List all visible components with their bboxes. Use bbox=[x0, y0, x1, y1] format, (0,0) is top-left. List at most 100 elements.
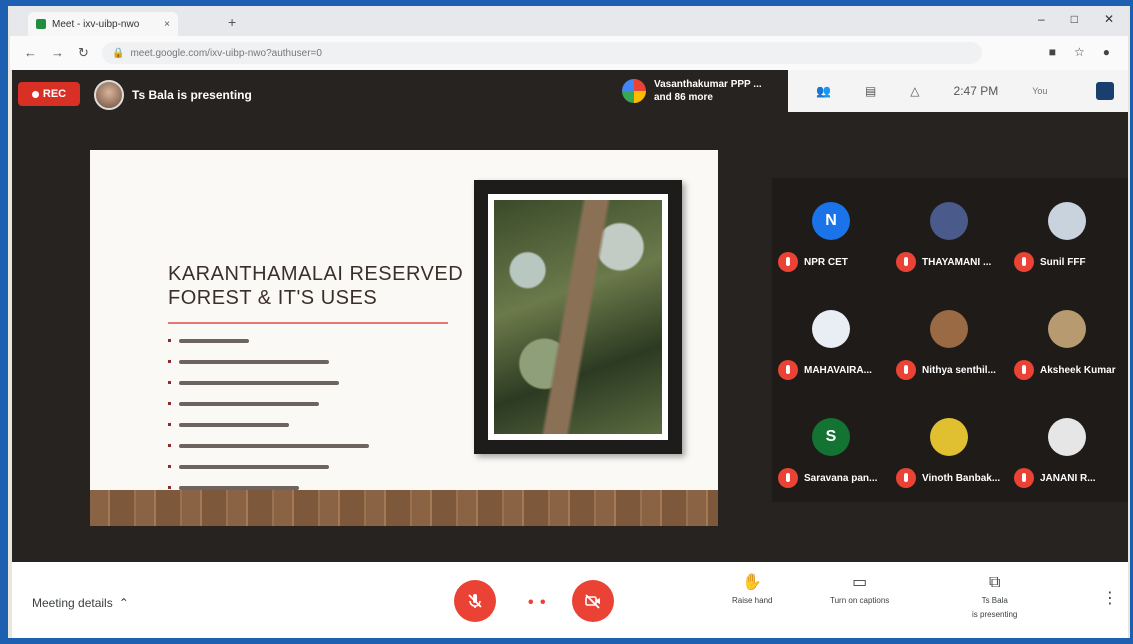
bullet-text-line bbox=[179, 422, 289, 427]
new-tab-button[interactable]: + bbox=[228, 14, 236, 30]
presenting-button[interactable]: ⧉ Ts Bala is presenting bbox=[972, 574, 1017, 620]
forest-tree-photo bbox=[494, 200, 662, 434]
bullet-marker-icon bbox=[168, 381, 171, 384]
camera-indicator-icon[interactable]: ■ bbox=[1049, 45, 1056, 59]
bullet-text-line bbox=[179, 401, 319, 406]
participant-name: Nithya senthil... bbox=[922, 364, 996, 376]
close-tab-icon[interactable]: × bbox=[164, 19, 170, 30]
slide-bullet bbox=[168, 435, 458, 456]
participant-namebar: THAYAMANI ... bbox=[896, 252, 991, 272]
slide-bullet-list bbox=[168, 330, 458, 498]
slide-bullet bbox=[168, 351, 458, 372]
others-indicator[interactable]: Vasanthakumar PPP ... and 86 more bbox=[622, 78, 762, 104]
bullet-marker-icon bbox=[168, 423, 171, 426]
self-avatar[interactable] bbox=[1096, 82, 1114, 100]
participant-avatar: N bbox=[812, 202, 850, 240]
participant-tile[interactable]: N NPR CET bbox=[772, 178, 890, 286]
others-avatar bbox=[622, 79, 646, 103]
bullet-text-line bbox=[179, 359, 329, 364]
participant-namebar: JANANI R... bbox=[1014, 468, 1096, 488]
profile-icon[interactable]: ● bbox=[1103, 45, 1110, 59]
raise-hand-button[interactable]: ✋ Raise hand bbox=[732, 574, 772, 606]
participant-namebar: MAHAVAIRA... bbox=[778, 360, 872, 380]
camera-toggle-button[interactable] bbox=[572, 580, 614, 622]
url-text: meet.google.com/ixv-uibp-nwo?authuser=0 bbox=[130, 47, 322, 59]
wooden-floor bbox=[90, 490, 718, 526]
participant-avatar bbox=[930, 310, 968, 348]
slide-bullet bbox=[168, 372, 458, 393]
participant-avatar bbox=[930, 418, 968, 456]
tab-title: Meet - ixv-uibp-nwo bbox=[52, 18, 140, 30]
participant-name: NPR CET bbox=[804, 256, 848, 268]
rec-label: REC bbox=[42, 88, 67, 100]
presenter-indicator: Ts Bala is presenting bbox=[94, 80, 252, 110]
participant-tile[interactable]: JANANI R... bbox=[1008, 394, 1126, 502]
participant-tile[interactable]: Sunil FFF bbox=[1008, 178, 1126, 286]
reload-icon[interactable]: ↻ bbox=[78, 45, 89, 61]
participant-name: Saravana pan... bbox=[804, 472, 878, 484]
muted-mic-icon bbox=[1014, 468, 1034, 488]
participant-tile[interactable]: S Saravana pan... bbox=[772, 394, 890, 502]
browser-tab[interactable]: Meet - ixv-uibp-nwo × bbox=[28, 12, 178, 36]
slide-title-rule bbox=[168, 322, 448, 324]
record-dot-icon bbox=[31, 90, 39, 98]
nav-buttons: ← → ↻ bbox=[24, 45, 89, 61]
participant-namebar: NPR CET bbox=[778, 252, 848, 272]
more-options-icon[interactable]: ⋮ bbox=[1102, 588, 1118, 608]
participant-tile[interactable]: Aksheek Kumar bbox=[1008, 286, 1126, 394]
muted-mic-icon bbox=[896, 252, 916, 272]
captions-icon: ▭ bbox=[852, 574, 868, 591]
window-controls: – □ ✕ bbox=[1038, 12, 1114, 26]
meeting-details-label: Meeting details bbox=[32, 596, 113, 610]
muted-mic-icon bbox=[778, 468, 798, 488]
framed-photo bbox=[474, 180, 682, 454]
participant-avatar bbox=[812, 310, 850, 348]
minimize-icon[interactable]: – bbox=[1038, 12, 1045, 26]
participant-tile[interactable]: MAHAVAIRA... bbox=[772, 286, 890, 394]
bullet-marker-icon bbox=[168, 465, 171, 468]
raise-hand-label: Raise hand bbox=[732, 596, 773, 605]
forward-icon[interactable]: → bbox=[51, 45, 64, 61]
participant-avatar bbox=[930, 202, 968, 240]
meeting-stage: REC Ts Bala is presenting Vasanthakumar … bbox=[12, 70, 1128, 562]
hand-icon: ✋ bbox=[742, 574, 763, 591]
participants-icon[interactable]: 👥 bbox=[816, 84, 831, 98]
participant-tile[interactable]: Nithya senthil... bbox=[890, 286, 1008, 394]
bullet-text-line bbox=[179, 485, 299, 490]
slide-title: KARANTHAMALAI RESERVED FOREST & IT'S USE… bbox=[168, 263, 464, 309]
slide-bullet bbox=[168, 456, 458, 477]
leave-call-indicator[interactable]: • • bbox=[528, 594, 547, 612]
presenting-line1: Ts Bala bbox=[981, 596, 1008, 605]
others-line1: Vasanthakumar PPP ... bbox=[654, 79, 762, 90]
participant-namebar: Sunil FFF bbox=[1014, 252, 1086, 272]
camera-off-icon bbox=[585, 594, 600, 609]
captions-button[interactable]: ▭ Turn on captions bbox=[830, 574, 889, 606]
meet-favicon-icon bbox=[36, 19, 46, 29]
mic-off-icon bbox=[468, 594, 482, 608]
bullet-text-line bbox=[179, 338, 249, 343]
meeting-details-button[interactable]: Meeting details ⌃ bbox=[32, 596, 129, 610]
bullet-marker-icon bbox=[168, 486, 171, 489]
back-icon[interactable]: ← bbox=[24, 45, 37, 61]
top-right-panel: 👥 ▤ △ 2:47 PM You bbox=[788, 70, 1128, 112]
activities-icon[interactable]: △ bbox=[910, 84, 919, 98]
browser-toolbar: ← → ↻ 🔒 meet.google.com/ixv-uibp-nwo?aut… bbox=[10, 36, 1128, 71]
participant-namebar: Vinoth Banbak... bbox=[896, 468, 1000, 488]
others-line2: and 86 more bbox=[654, 92, 713, 103]
participant-tile[interactable]: Vinoth Banbak... bbox=[890, 394, 1008, 502]
star-icon[interactable]: ☆ bbox=[1074, 45, 1085, 59]
close-window-icon[interactable]: ✕ bbox=[1104, 12, 1114, 26]
captions-label: Turn on captions bbox=[830, 596, 890, 605]
mic-toggle-button[interactable] bbox=[454, 580, 496, 622]
presenter-avatar bbox=[94, 80, 124, 110]
chat-icon[interactable]: ▤ bbox=[865, 84, 876, 98]
bullet-marker-icon bbox=[168, 339, 171, 342]
participant-tile[interactable]: THAYAMANI ... bbox=[890, 178, 1008, 286]
maximize-icon[interactable]: □ bbox=[1071, 12, 1078, 26]
chevron-up-icon: ⌃ bbox=[118, 596, 129, 610]
present-screen-icon: ⧉ bbox=[988, 574, 1001, 591]
address-bar[interactable]: 🔒 meet.google.com/ixv-uibp-nwo?authuser=… bbox=[102, 42, 982, 64]
participant-name: MAHAVAIRA... bbox=[804, 364, 872, 376]
presented-slide: KARANTHAMALAI RESERVED FOREST & IT'S USE… bbox=[90, 150, 718, 526]
you-label: You bbox=[1032, 86, 1048, 96]
